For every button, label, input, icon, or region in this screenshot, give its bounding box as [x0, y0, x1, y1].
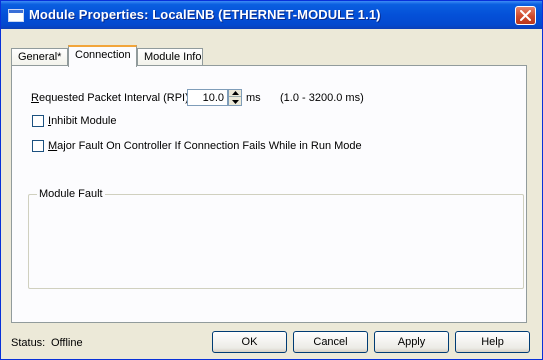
close-button[interactable]: [515, 6, 536, 25]
tab-module-info[interactable]: Module Info: [137, 48, 203, 66]
rpi-spinner[interactable]: [228, 89, 242, 106]
status-label: Status:: [11, 337, 46, 349]
module-fault-group: [28, 194, 524, 289]
spin-up-icon: [231, 91, 239, 95]
rpi-input[interactable]: [187, 89, 228, 106]
cancel-button[interactable]: Cancel: [293, 331, 368, 353]
inhibit-module-label[interactable]: Inhibit Module: [48, 115, 117, 127]
major-fault-text: ajor Fault On Controller If Connection F…: [57, 140, 362, 152]
close-icon: [520, 10, 531, 21]
status-value: Offline: [51, 337, 83, 349]
ok-button[interactable]: OK: [212, 331, 287, 353]
apply-button[interactable]: Apply: [374, 331, 449, 353]
module-window-icon: [8, 9, 24, 22]
tab-general[interactable]: General*: [11, 48, 68, 66]
rpi-label-mnemonic: R: [31, 92, 39, 104]
tab-module-info-label: Module Info: [144, 51, 202, 63]
title-bar[interactable]: Module Properties: LocalENB (ETHERNET-MO…: [1, 1, 542, 29]
tab-connection[interactable]: Connection: [68, 45, 137, 67]
inhibit-module-checkbox[interactable]: [32, 115, 44, 127]
rpi-label: Requested Packet Interval (RPI):: [31, 92, 192, 104]
module-fault-label: Module Fault: [37, 188, 105, 200]
help-button[interactable]: Help: [455, 331, 530, 353]
inhibit-module-text: nhibit Module: [51, 115, 117, 127]
major-fault-label[interactable]: Major Fault On Controller If Connection …: [48, 140, 362, 152]
spin-up-button[interactable]: [229, 90, 241, 97]
rpi-units: ms: [246, 92, 261, 104]
major-fault-mnemonic: M: [48, 140, 58, 152]
tab-connection-label: Connection: [75, 49, 131, 61]
module-properties-dialog: Module Properties: LocalENB (ETHERNET-MO…: [0, 0, 543, 360]
tab-general-label: General*: [18, 51, 62, 63]
rpi-label-text: equested Packet Interval (RPI):: [38, 92, 192, 104]
spin-down-icon: [231, 99, 239, 104]
window-title: Module Properties: LocalENB (ETHERNET-MO…: [29, 7, 381, 22]
rpi-range: (1.0 - 3200.0 ms): [280, 92, 364, 104]
major-fault-checkbox[interactable]: [32, 140, 44, 152]
spin-down-button[interactable]: [229, 98, 241, 105]
